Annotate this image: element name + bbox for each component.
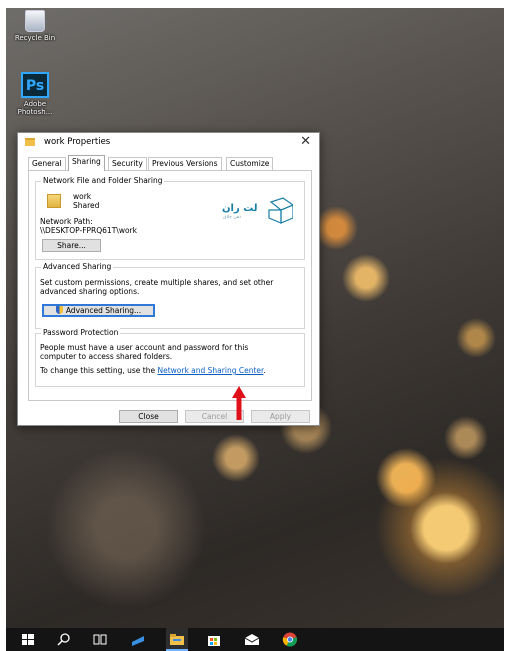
store-icon[interactable]	[206, 632, 222, 647]
file-explorer-button[interactable]	[166, 628, 188, 651]
tab-customize[interactable]: Customize	[226, 157, 274, 170]
properties-dialog: work Properties ✕ General Sharing Securi…	[17, 132, 320, 426]
advanced-sharing-group: Advanced Sharing Set custom permissions,…	[35, 262, 305, 329]
recycle-bin-icon	[25, 10, 45, 32]
title-bar[interactable]: work Properties ✕	[18, 133, 319, 152]
advanced-description-line1: Set custom permissions, create multiple …	[40, 278, 274, 287]
group-title: Advanced Sharing	[41, 262, 114, 271]
uac-shield-icon	[55, 306, 63, 314]
folder-name: work	[73, 192, 92, 201]
folder-icon	[25, 138, 35, 146]
password-protection-group: Password Protection People must have a u…	[35, 328, 305, 387]
network-sharing-group: Network File and Folder Sharing work Sha…	[35, 176, 305, 260]
recycle-bin-label: Recycle Bin	[14, 34, 56, 42]
password-description-line1: People must have a user account and pass…	[40, 343, 249, 352]
advanced-description-line2: advanced sharing options.	[40, 287, 140, 296]
close-button[interactable]: Close	[119, 410, 178, 423]
dialog-buttons: Close Cancel Apply	[18, 401, 319, 423]
photoshop-label: Adobe Photosh...	[17, 100, 53, 116]
tab-security[interactable]: Security	[108, 157, 147, 170]
change-setting-text: To change this setting, use the Network …	[40, 366, 266, 375]
change-setting-period: .	[263, 366, 266, 375]
recycle-bin-shortcut[interactable]: Recycle Bin	[10, 10, 60, 42]
file-explorer-icon	[170, 634, 184, 645]
task-view-icon[interactable]	[92, 632, 108, 647]
advanced-sharing-button[interactable]: Advanced Sharing...	[42, 304, 155, 317]
share-status: Shared	[73, 201, 100, 210]
share-button[interactable]: Share...	[42, 239, 101, 252]
network-path-label: Network Path:	[40, 217, 93, 226]
group-title: Network File and Folder Sharing	[41, 176, 165, 185]
red-arrow-indicator	[232, 386, 246, 420]
photoshop-icon: Ps	[21, 72, 49, 98]
watermark-logo: لت ران ذهن خلاق	[221, 196, 293, 226]
mail-icon[interactable]	[244, 632, 260, 647]
taskbar	[6, 628, 504, 651]
shared-folder-icon	[47, 194, 61, 208]
close-icon[interactable]: ✕	[300, 134, 311, 149]
network-path-value: \\DESKTOP-FPRQ61T\work	[40, 226, 137, 235]
tab-general[interactable]: General	[28, 157, 66, 170]
window-title: work Properties	[44, 137, 111, 147]
apply-button[interactable]: Apply	[251, 410, 310, 423]
group-title: Password Protection	[41, 328, 121, 337]
password-description-line2: computer to access shared folders.	[40, 352, 173, 361]
photoshop-shortcut[interactable]: Ps Adobe Photosh...	[10, 72, 60, 116]
advanced-sharing-button-label: Advanced Sharing...	[65, 306, 142, 315]
network-sharing-center-link[interactable]: Network and Sharing Center	[157, 366, 263, 375]
app-blue-icon[interactable]	[130, 632, 146, 647]
search-icon[interactable]	[56, 632, 72, 647]
tab-previous-versions[interactable]: Previous Versions	[148, 157, 222, 170]
change-setting-prefix: To change this setting, use the	[40, 366, 156, 375]
watermark-cube-icon	[268, 197, 293, 224]
tab-sharing[interactable]: Sharing	[68, 155, 105, 171]
sharing-panel: Network File and Folder Sharing work Sha…	[28, 170, 312, 401]
chrome-icon[interactable]	[282, 632, 298, 647]
windows-start-icon[interactable]	[20, 632, 36, 647]
